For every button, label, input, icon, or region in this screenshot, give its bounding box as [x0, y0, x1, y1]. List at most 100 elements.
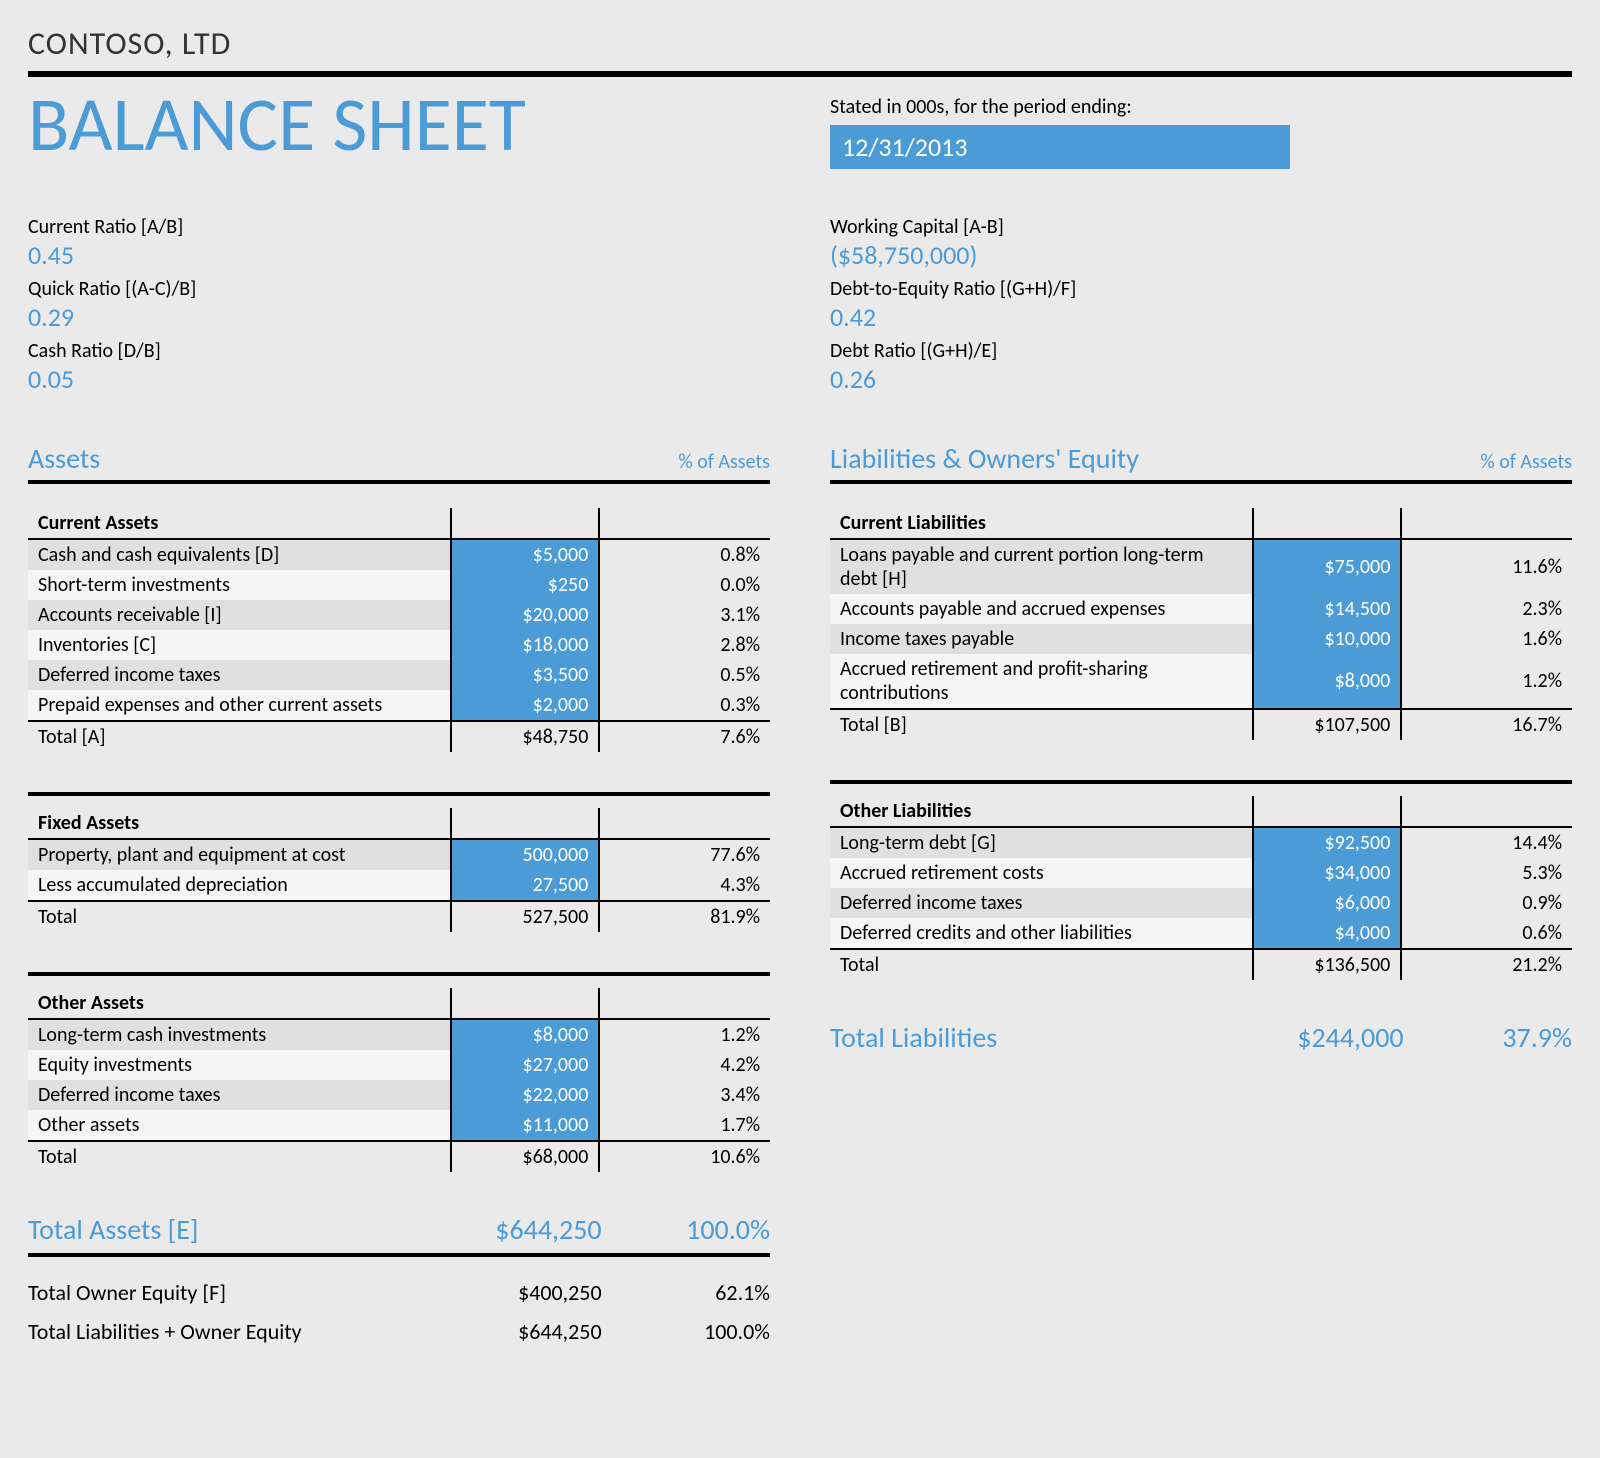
- total-value: $48,750: [451, 721, 599, 752]
- table-row[interactable]: Property, plant and equipment at cost500…: [28, 839, 770, 870]
- row-label: Accrued retirement costs: [830, 858, 1253, 888]
- total-liabilities-pct: 37.9%: [1424, 1020, 1572, 1055]
- owner-equity-value: $400,250: [458, 1279, 621, 1306]
- table-row[interactable]: Long-term debt [G]$92,50014.4%: [830, 827, 1572, 858]
- row-value[interactable]: $3,500: [451, 660, 599, 690]
- row-label: Deferred income taxes: [830, 888, 1253, 918]
- assets-column: Assets % of Assets Current Assets Cash a…: [28, 441, 770, 1351]
- row-value[interactable]: $75,000: [1253, 539, 1401, 594]
- row-value[interactable]: $14,500: [1253, 594, 1401, 624]
- table-row[interactable]: Other assets$11,0001.7%: [28, 1110, 770, 1141]
- table-row[interactable]: Deferred credits and other liabilities$4…: [830, 918, 1572, 949]
- row-pct: 0.3%: [599, 690, 770, 721]
- col-spacer: [451, 808, 599, 839]
- divider: [28, 71, 1572, 77]
- row-value[interactable]: $6,000: [1253, 888, 1401, 918]
- group-title: Current Liabilities: [830, 508, 1253, 539]
- row-value[interactable]: $8,000: [451, 1019, 599, 1050]
- owner-equity-label: Total Owner Equity [F]: [28, 1279, 458, 1306]
- row-value[interactable]: $5,000: [451, 539, 599, 570]
- table-row[interactable]: Short-term investments$2500.0%: [28, 570, 770, 600]
- total-liabilities-row: Total Liabilities $244,000 37.9%: [830, 1010, 1572, 1061]
- assets-title: Assets: [28, 441, 100, 476]
- row-label: Inventories [C]: [28, 630, 451, 660]
- ratio-label: Debt-to-Equity Ratio [(G+H)/F]: [830, 277, 1572, 301]
- ratios-block: Current Ratio [A/B]0.45Quick Ratio [(A-C…: [28, 211, 1572, 401]
- ratio-label: Working Capital [A-B]: [830, 215, 1572, 239]
- table-row[interactable]: Income taxes payable$10,0001.6%: [830, 624, 1572, 654]
- group-title: Current Assets: [28, 508, 451, 539]
- total-pct: 81.9%: [599, 901, 770, 932]
- table-row[interactable]: Accounts payable and accrued expenses$14…: [830, 594, 1572, 624]
- liabilities-header: Liabilities & Owners' Equity % of Assets: [830, 441, 1572, 484]
- table-row[interactable]: Inventories [C]$18,0002.8%: [28, 630, 770, 660]
- table-row[interactable]: Long-term cash investments$8,0001.2%: [28, 1019, 770, 1050]
- owner-equity-row: Total Owner Equity [F] $400,250 62.1%: [28, 1273, 770, 1312]
- row-value[interactable]: $2,000: [451, 690, 599, 721]
- row-value[interactable]: $22,000: [451, 1080, 599, 1110]
- total-pct: 16.7%: [1401, 709, 1572, 740]
- row-pct: 0.8%: [599, 539, 770, 570]
- row-value[interactable]: $8,000: [1253, 654, 1401, 709]
- row-value[interactable]: 27,500: [451, 870, 599, 901]
- finance-table: Other Liabilities Long-term debt [G]$92,…: [830, 796, 1572, 980]
- table-row[interactable]: Cash and cash equivalents [D]$5,0000.8%: [28, 539, 770, 570]
- finance-table: Other Assets Long-term cash investments$…: [28, 988, 770, 1172]
- row-label: Property, plant and equipment at cost: [28, 839, 451, 870]
- row-pct: 2.3%: [1401, 594, 1572, 624]
- table-row[interactable]: Loans payable and current portion long-t…: [830, 539, 1572, 594]
- row-value[interactable]: $250: [451, 570, 599, 600]
- table-row[interactable]: Less accumulated depreciation27,5004.3%: [28, 870, 770, 901]
- row-pct: 0.6%: [1401, 918, 1572, 949]
- table-row[interactable]: Accrued retirement and profit-sharing co…: [830, 654, 1572, 709]
- row-value[interactable]: $11,000: [451, 1110, 599, 1141]
- row-pct: 0.9%: [1401, 888, 1572, 918]
- total-label: Total [A]: [28, 721, 451, 752]
- row-value[interactable]: $4,000: [1253, 918, 1401, 949]
- table-row[interactable]: Deferred income taxes$6,0000.9%: [830, 888, 1572, 918]
- table-row[interactable]: Deferred income taxes$22,0003.4%: [28, 1080, 770, 1110]
- finance-table: Fixed Assets Property, plant and equipme…: [28, 808, 770, 932]
- row-pct: 4.2%: [599, 1050, 770, 1080]
- table-row[interactable]: Prepaid expenses and other current asset…: [28, 690, 770, 721]
- table-row[interactable]: Accounts receivable [I]$20,0003.1%: [28, 600, 770, 630]
- row-value[interactable]: $27,000: [451, 1050, 599, 1080]
- total-assets-label: Total Assets [E]: [28, 1212, 458, 1247]
- row-label: Cash and cash equivalents [D]: [28, 539, 451, 570]
- row-pct: 1.2%: [1401, 654, 1572, 709]
- ratio-value: 0.29: [28, 301, 770, 333]
- row-value[interactable]: $10,000: [1253, 624, 1401, 654]
- total-row: Total$68,00010.6%: [28, 1141, 770, 1172]
- liab-owner-label: Total Liabilities + Owner Equity: [28, 1318, 458, 1345]
- total-assets-row: Total Assets [E] $644,250 100.0%: [28, 1202, 770, 1257]
- row-value[interactable]: $20,000: [451, 600, 599, 630]
- total-value: $68,000: [451, 1141, 599, 1172]
- row-pct: 1.2%: [599, 1019, 770, 1050]
- header-row: BALANCE SHEET Stated in 000s, for the pe…: [28, 89, 1572, 171]
- row-pct: 14.4%: [1401, 827, 1572, 858]
- row-value[interactable]: 500,000: [451, 839, 599, 870]
- period-date[interactable]: 12/31/2013: [830, 125, 1290, 169]
- table-row[interactable]: Equity investments$27,0004.2%: [28, 1050, 770, 1080]
- table-row[interactable]: Accrued retirement costs$34,0005.3%: [830, 858, 1572, 888]
- col-spacer: [599, 508, 770, 539]
- liab-owner-row: Total Liabilities + Owner Equity $644,25…: [28, 1312, 770, 1351]
- ratio-label: Debt Ratio [(G+H)/E]: [830, 339, 1572, 363]
- row-label: Prepaid expenses and other current asset…: [28, 690, 451, 721]
- main-columns: Assets % of Assets Current Assets Cash a…: [28, 441, 1572, 1351]
- col-spacer: [599, 988, 770, 1019]
- row-value[interactable]: $92,500: [1253, 827, 1401, 858]
- col-spacer: [599, 808, 770, 839]
- row-pct: 3.1%: [599, 600, 770, 630]
- total-label: Total [B]: [830, 709, 1253, 740]
- row-label: Less accumulated depreciation: [28, 870, 451, 901]
- table-row[interactable]: Deferred income taxes$3,5000.5%: [28, 660, 770, 690]
- row-value[interactable]: $18,000: [451, 630, 599, 660]
- ratio-value: 0.26: [830, 363, 1572, 395]
- row-value[interactable]: $34,000: [1253, 858, 1401, 888]
- row-label: Long-term debt [G]: [830, 827, 1253, 858]
- total-row: Total527,50081.9%: [28, 901, 770, 932]
- col-spacer: [1401, 796, 1572, 827]
- row-pct: 2.8%: [599, 630, 770, 660]
- total-pct: 7.6%: [599, 721, 770, 752]
